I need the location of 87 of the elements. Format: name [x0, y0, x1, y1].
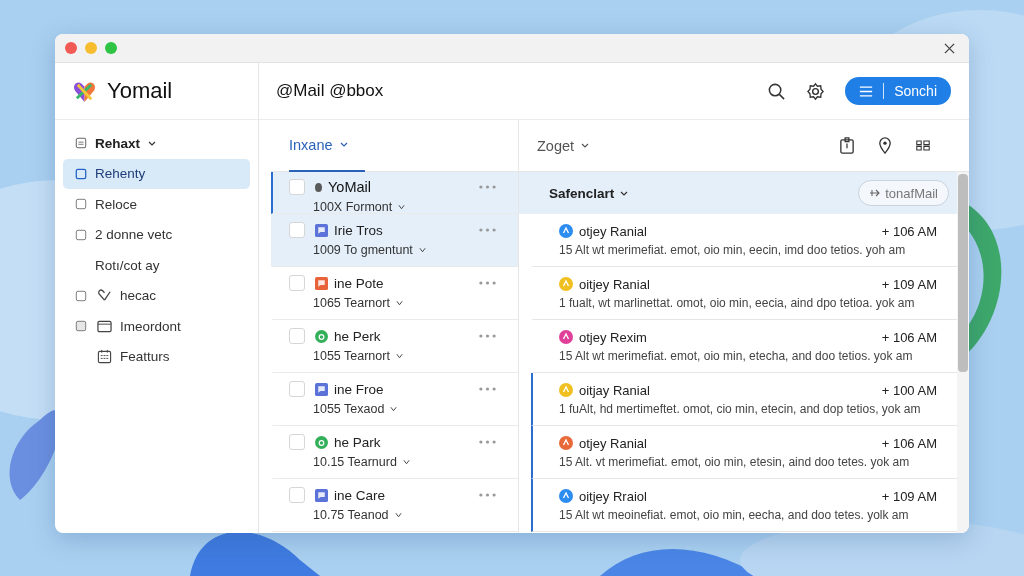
sidebar-item[interactable]: Imeordont — [63, 311, 250, 341]
checkbox[interactable] — [289, 434, 305, 450]
checkbox-icon — [75, 320, 87, 332]
checkbox[interactable] — [289, 328, 305, 344]
chevron-icon — [581, 143, 590, 148]
checkbox[interactable] — [289, 179, 305, 195]
sidebar-item[interactable]: Rotı/cot ay — [63, 250, 250, 280]
checkbox[interactable] — [289, 275, 305, 291]
more-icon[interactable] — [479, 440, 496, 444]
sidebar-item[interactable]: Reloce — [63, 189, 250, 219]
app-name: Yomail — [107, 78, 173, 104]
message-snippet: 15 Alt wt meoinefiat. emot, oio min, eecha, and doo tetes. yolk am — [559, 508, 910, 522]
clipboard-icon[interactable] — [839, 137, 855, 154]
settings-icon[interactable] — [806, 81, 826, 101]
message-preview[interactable]: otjey Rexim + 106 AM 15 Alt wt merimefiat. emot, oio min, etecha, and doo tetios. yok am — [531, 320, 957, 373]
message-time: + 106 AM — [881, 329, 937, 345]
calendar-icon — [97, 349, 112, 364]
menu-icon — [859, 85, 874, 97]
checkbox-icon — [75, 228, 87, 241]
sender-name: otjey Ranial — [579, 223, 647, 239]
sender-name: oitjey Ranial — [579, 276, 650, 292]
document-icon — [75, 137, 87, 149]
close-window-button[interactable] — [65, 42, 77, 54]
message-snippet: 1 fualt, wt marlinettat. omot, oio min, eecia, aind dpo tetioa. yok am — [559, 296, 916, 310]
message-row[interactable]: ine Pote 1065 Tearnort — [271, 267, 518, 320]
sidebar-item[interactable]: Rehaxt — [63, 128, 250, 158]
caret-icon — [395, 300, 403, 306]
more-icon[interactable] — [479, 185, 496, 189]
checkbox[interactable] — [289, 487, 305, 503]
caret-icon — [395, 353, 403, 359]
caret-icon — [398, 204, 406, 210]
message-snippet: 1 fuAlt, hd mertimeftet. omot, cio min, etecin, and dop tetios, yok am — [559, 402, 922, 416]
message-time: + 109 AM — [881, 276, 937, 292]
heart-icon — [97, 288, 112, 303]
message-preview[interactable]: oitjey Ranial + 109 AM 1 fualt, wt marlinettat. omot, oio min, eecia, aind dpo tetioa. yok am — [531, 267, 957, 320]
caret-icon — [390, 406, 398, 412]
message-row[interactable]: ine Froe 1055 Texaod — [271, 373, 518, 426]
sidebar-item[interactable]: hecac — [63, 280, 250, 311]
message-snippet: 15 Alt wt merimefiat. emot, oio min, etecha, and doo tetios. yok am — [559, 349, 914, 363]
message-row[interactable]: he Park 10.15 Tearnurd — [271, 426, 518, 479]
message-row[interactable]: Irie Tros 1009 To gmentunt — [271, 214, 518, 267]
close-icon[interactable] — [944, 42, 955, 54]
mailbox-title: @Mail @bbox — [276, 81, 384, 101]
search-icon[interactable] — [767, 81, 787, 101]
sidebar-item[interactable]: Featturs — [63, 341, 250, 372]
checkbox-icon — [75, 198, 87, 210]
message-preview[interactable]: otjey Ranial + 106 AM 15 Alt wt merimefiat. emot, oio min, eecin, imd doo tetios. yoh am — [531, 214, 957, 267]
caret-icon — [418, 247, 426, 253]
message-time: + 109 AM — [881, 488, 937, 504]
message-row[interactable]: YoMail 100X Formont — [271, 172, 518, 214]
square-icon — [75, 167, 87, 180]
minimize-window-button[interactable] — [85, 42, 97, 54]
maximize-window-button[interactable] — [105, 42, 117, 54]
location-pin-icon[interactable] — [877, 137, 893, 154]
sender-name: oitjay Ranial — [579, 382, 650, 398]
more-icon[interactable] — [479, 334, 496, 338]
arrow-icon — [869, 188, 882, 198]
message-time: + 106 AM — [881, 435, 937, 451]
message-time: + 106 AM — [881, 223, 937, 239]
window-icon — [97, 318, 112, 334]
sidebar-item[interactable]: 2 donne vetc — [63, 219, 250, 250]
checkbox[interactable] — [289, 222, 305, 238]
grid-icon[interactable] — [915, 137, 931, 154]
sender-name: oitjey Rraiol — [579, 488, 647, 504]
more-icon[interactable] — [479, 281, 496, 285]
caret-icon — [402, 459, 410, 465]
more-icon[interactable] — [479, 387, 496, 391]
search-button[interactable]: Sonchi — [845, 77, 951, 105]
message-row[interactable]: he Perk 1055 Tearnort — [271, 320, 518, 373]
checkbox-icon — [75, 289, 87, 302]
sender-name: otjey Rexim — [579, 329, 647, 345]
message-snippet: 15 Alt. vt merimefiat. emot, oio min, etesin, aind doo tetes. yok am — [559, 455, 911, 469]
chevron-icon — [339, 142, 348, 147]
caret-icon — [394, 512, 402, 518]
scrollbar[interactable] — [957, 172, 969, 533]
mail-pill-button[interactable]: tonafMail — [858, 180, 949, 206]
more-icon[interactable] — [479, 493, 496, 497]
message-snippet: 15 Alt wt merimefiat. emot, oio min, eecin, imd doo tetios. yoh am — [559, 243, 907, 257]
checkbox[interactable] — [289, 381, 305, 397]
more-icon[interactable] — [479, 228, 496, 232]
chevron-icon — [620, 190, 629, 196]
folder-tab[interactable]: Zoget — [537, 137, 590, 154]
sidebar-item[interactable]: Rehenty — [63, 158, 250, 189]
message-row[interactable]: ine Care 10.75 Teanod — [271, 479, 518, 532]
message-time: + 100 AM — [881, 382, 937, 398]
conversation-heading: Safenclart — [549, 185, 615, 201]
sender-name: otjey Ranial — [579, 435, 647, 451]
